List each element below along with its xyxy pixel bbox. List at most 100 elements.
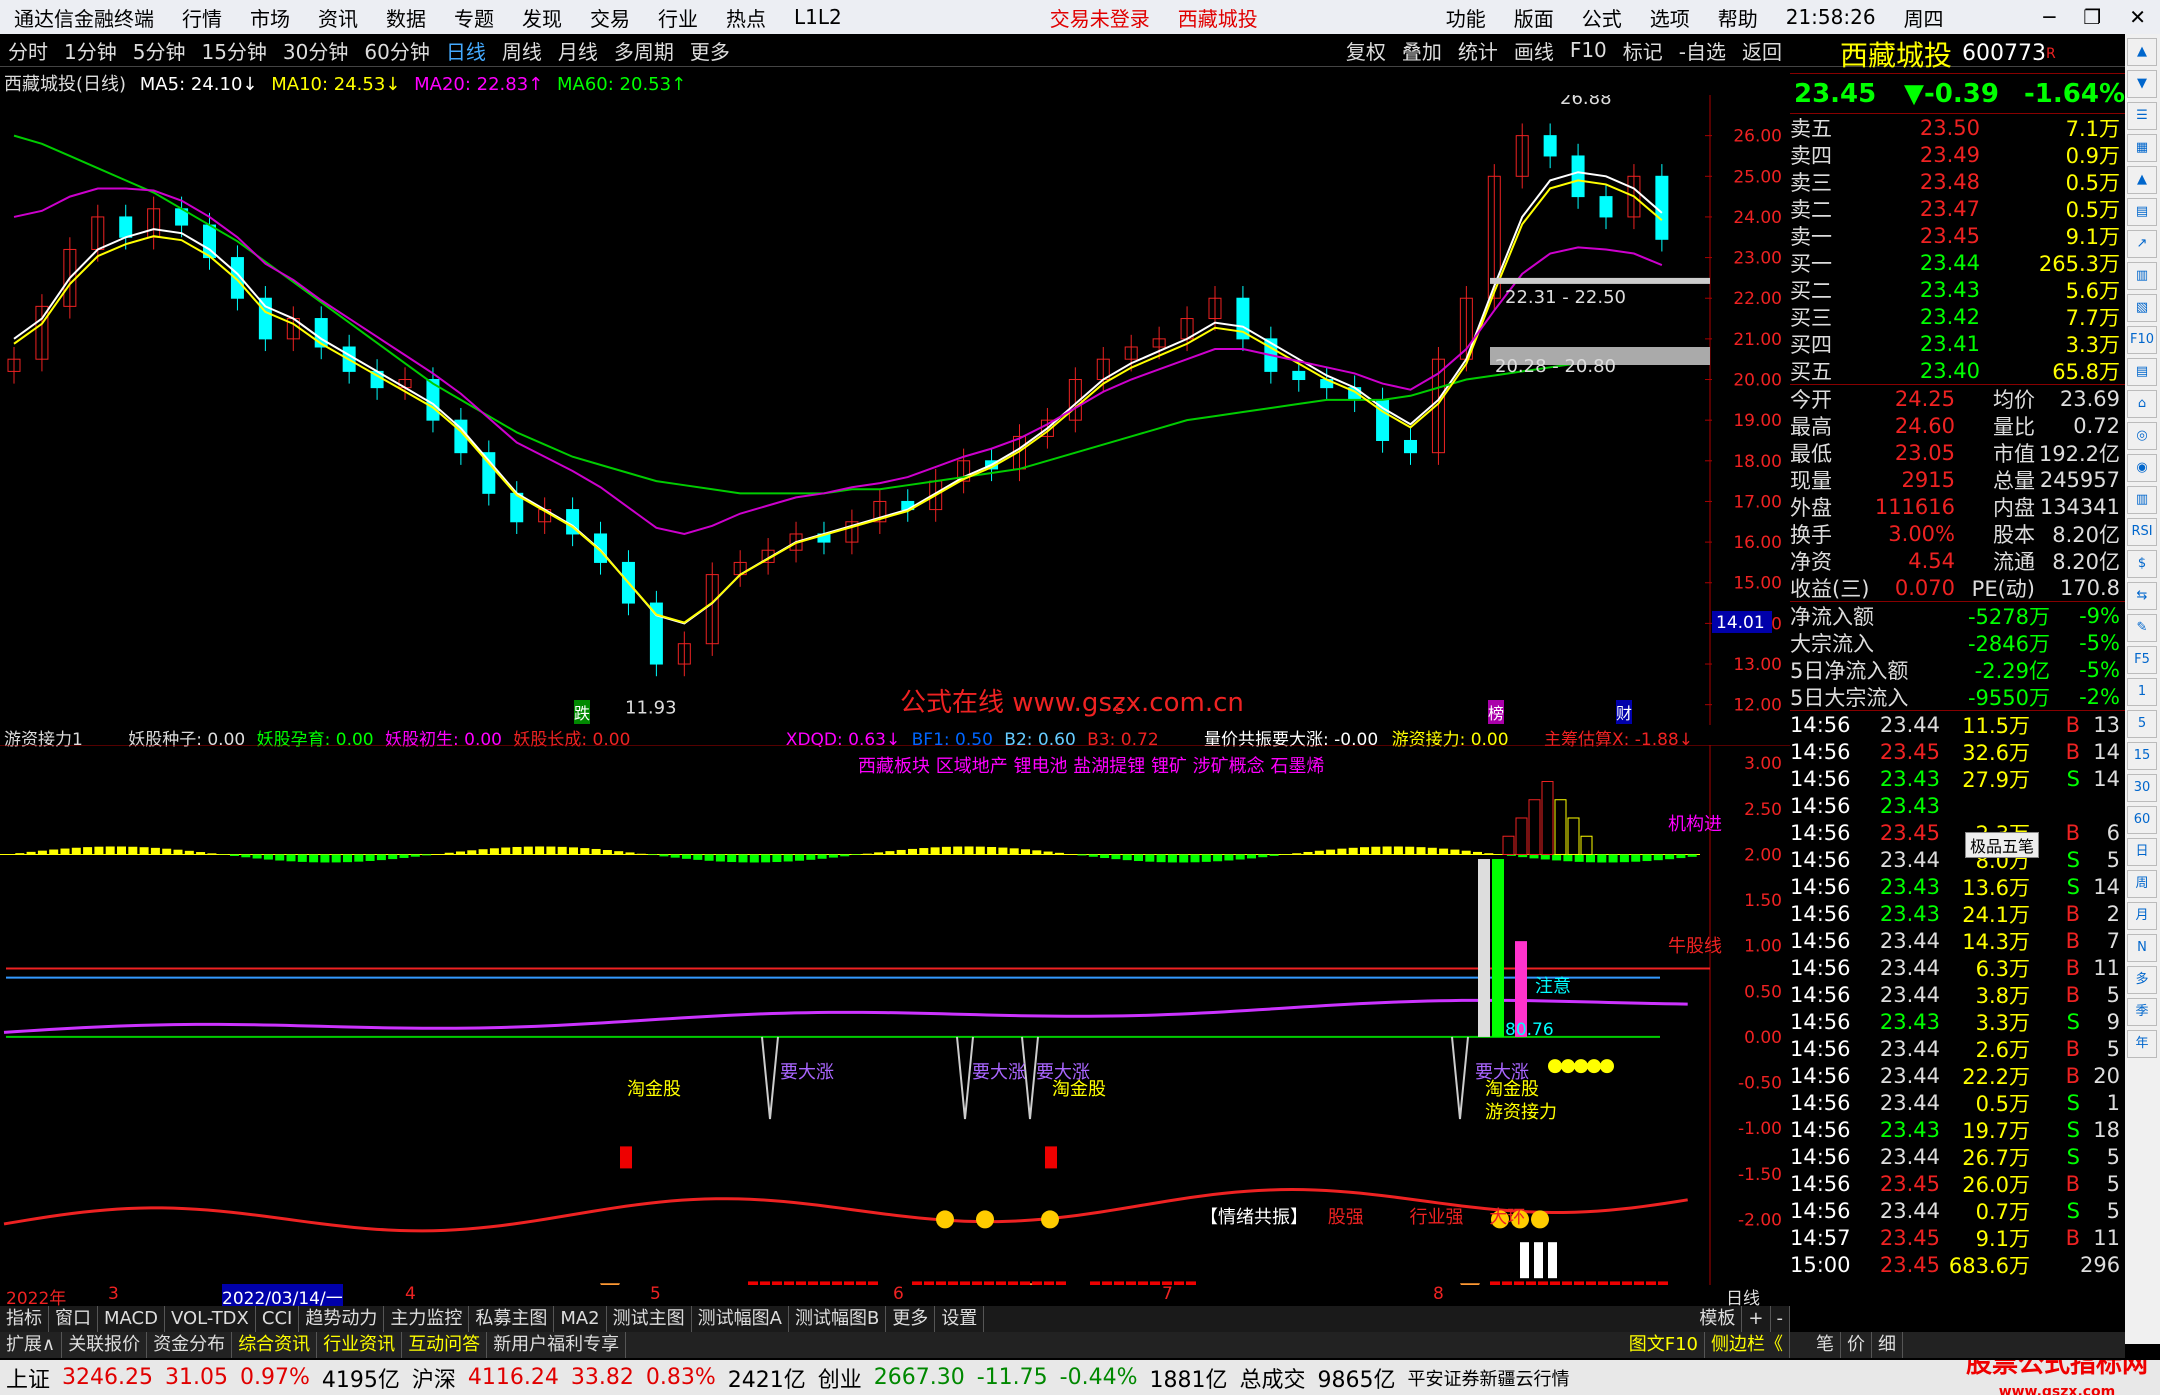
index-sz-label[interactable]: 沪深	[406, 1362, 462, 1394]
ext-tab[interactable]: 综合资讯	[232, 1332, 318, 1358]
sidebar-button[interactable]: 60	[2127, 806, 2157, 834]
period-tab[interactable]: 15分钟	[193, 36, 274, 65]
sidebar-button[interactable]: ▥	[2127, 486, 2157, 514]
sidebar-button[interactable]: ▧	[2127, 294, 2157, 322]
indicator-tab[interactable]: 测试幅图B	[789, 1306, 887, 1332]
sidebar-button[interactable]: 周	[2127, 870, 2157, 898]
sidebar-button[interactable]: F10	[2127, 326, 2157, 354]
menu-item[interactable]: 行业	[644, 3, 712, 32]
quote-tab[interactable]: 价	[1841, 1332, 1872, 1358]
tool-button[interactable]: 画线	[1506, 36, 1562, 65]
zoom-in-button[interactable]: +	[1742, 1306, 1771, 1332]
menu-item[interactable]: 热点	[712, 3, 780, 32]
indicator-tab[interactable]: 指标	[0, 1306, 49, 1332]
period-tab[interactable]: 分时	[0, 36, 56, 65]
indicator-tab[interactable]: CCI	[256, 1306, 300, 1332]
sidebar-button[interactable]: ◉	[2127, 454, 2157, 482]
indicator-tab[interactable]: 测试主图	[607, 1306, 692, 1332]
indicator-tab[interactable]: 趋势动力	[299, 1306, 385, 1332]
indicator-tab[interactable]: MA2	[554, 1306, 607, 1332]
menu-item[interactable]: 帮助	[1704, 3, 1772, 32]
popup-ime[interactable]: 极品五笔	[1965, 832, 2040, 858]
sidebar-button[interactable]: 季	[2127, 998, 2157, 1026]
period-tab-active[interactable]: 日线	[438, 36, 494, 65]
sidebar-button[interactable]: 日	[2127, 838, 2157, 866]
tool-button[interactable]: 复权	[1338, 36, 1394, 65]
tool-button[interactable]: 标记	[1615, 36, 1671, 65]
restore-icon[interactable]: ❐	[2069, 5, 2115, 29]
menu-item[interactable]: 功能	[1432, 3, 1500, 32]
sidebar-button[interactable]: 15	[2127, 742, 2157, 770]
menu-item[interactable]: 发现	[508, 3, 576, 32]
template-button[interactable]: 模板	[1693, 1306, 1743, 1332]
f10-button[interactable]: 图文F10	[1623, 1332, 1705, 1358]
sidebar-button[interactable]: ⌂	[2127, 390, 2157, 418]
period-tab[interactable]: 30分钟	[275, 36, 356, 65]
sidebar-button[interactable]: F5	[2127, 646, 2157, 674]
sidebar-button[interactable]: ⇆	[2127, 582, 2157, 610]
sidebar-button[interactable]: ▦	[2127, 134, 2157, 162]
menu-item[interactable]: 资讯	[304, 3, 372, 32]
period-tab[interactable]: 5分钟	[125, 36, 194, 65]
sidebar-button[interactable]: ▲	[2127, 166, 2157, 194]
sidebar-button[interactable]: RSI	[2127, 518, 2157, 546]
indicator-tab[interactable]: 窗口	[49, 1306, 98, 1332]
menu-item[interactable]: 市场	[236, 3, 304, 32]
menu-item[interactable]: 专题	[440, 3, 508, 32]
index-sh-label[interactable]: 上证	[0, 1362, 56, 1394]
minimize-icon[interactable]: ─	[2029, 5, 2069, 29]
sidebar-button[interactable]: ☰	[2127, 102, 2157, 130]
period-tab[interactable]: 月线	[550, 36, 606, 65]
index-cy-label[interactable]: 创业	[812, 1362, 868, 1394]
zoom-out-button[interactable]: -	[1771, 1306, 1790, 1332]
sidebar-button[interactable]: ▲	[2127, 38, 2157, 66]
menu-item[interactable]: 交易	[576, 3, 644, 32]
tool-button[interactable]: 统计	[1450, 36, 1506, 65]
sidebar-button[interactable]: ▼	[2127, 70, 2157, 98]
tool-button[interactable]: -自选	[1671, 36, 1734, 65]
sidebar-button[interactable]: 30	[2127, 774, 2157, 802]
sidebar-button[interactable]: ↗	[2127, 230, 2157, 258]
sidebar-button[interactable]: N	[2127, 934, 2157, 962]
menu-item[interactable]: L1L2	[780, 5, 856, 29]
ext-tab[interactable]: 扩展∧	[0, 1332, 63, 1358]
indicator-tab[interactable]: 私募主图	[469, 1306, 555, 1332]
indicator-tab[interactable]: 测试幅图A	[692, 1306, 789, 1332]
sidebar-button[interactable]: 5	[2127, 710, 2157, 738]
sidebar-button[interactable]: ▤	[2127, 198, 2157, 226]
quote-tab[interactable]: 细	[1872, 1332, 1903, 1358]
tool-button[interactable]: 叠加	[1394, 36, 1450, 65]
ext-tab[interactable]: 关联报价	[62, 1332, 148, 1358]
indicator-tab[interactable]: 主力监控	[384, 1306, 470, 1332]
sidebar-button[interactable]: 月	[2127, 902, 2157, 930]
period-tab[interactable]: 更多	[682, 36, 738, 65]
period-tab[interactable]: 60分钟	[356, 36, 437, 65]
close-icon[interactable]: ✕	[2115, 5, 2160, 29]
sidebar-button[interactable]: ▤	[2127, 358, 2157, 386]
menu-item[interactable]: 行情	[168, 3, 236, 32]
menu-item[interactable]: 公式	[1568, 3, 1636, 32]
menu-item[interactable]: 数据	[372, 3, 440, 32]
indicator-tab[interactable]: VOL-TDX	[165, 1306, 256, 1332]
tool-button[interactable]: F10	[1562, 38, 1615, 62]
menu-item[interactable]: 选项	[1636, 3, 1704, 32]
ext-tab[interactable]: 资金分布	[147, 1332, 233, 1358]
sidebar-button[interactable]: ✎	[2127, 614, 2157, 642]
menu-item[interactable]: 版面	[1500, 3, 1568, 32]
quote-tab[interactable]: 笔	[1810, 1332, 1841, 1358]
sidebar-button[interactable]: ▥	[2127, 262, 2157, 290]
ext-tab[interactable]: 互动问答	[402, 1332, 488, 1358]
main-candle-chart[interactable]: 26.00 25.00 24.00 23.00 22.00 21.00 20.00 19.00…	[0, 95, 1790, 725]
sidebar-toggle[interactable]: 侧边栏《	[1705, 1332, 1790, 1358]
indicator-tab[interactable]: MACD	[98, 1306, 165, 1332]
sidebar-button[interactable]: 1	[2127, 678, 2157, 706]
indicator-tab[interactable]: 更多	[886, 1306, 936, 1332]
sidebar-button[interactable]: 多	[2127, 966, 2157, 994]
period-tab[interactable]: 1分钟	[56, 36, 125, 65]
indicator-tab[interactable]: 设置	[935, 1306, 985, 1332]
ext-tab[interactable]: 新用户福利专享	[487, 1332, 627, 1358]
sidebar-button[interactable]: $	[2127, 550, 2157, 578]
period-tab[interactable]: 周线	[494, 36, 550, 65]
sidebar-button[interactable]: ◎	[2127, 422, 2157, 450]
login-status[interactable]: 交易未登录	[1036, 3, 1164, 32]
